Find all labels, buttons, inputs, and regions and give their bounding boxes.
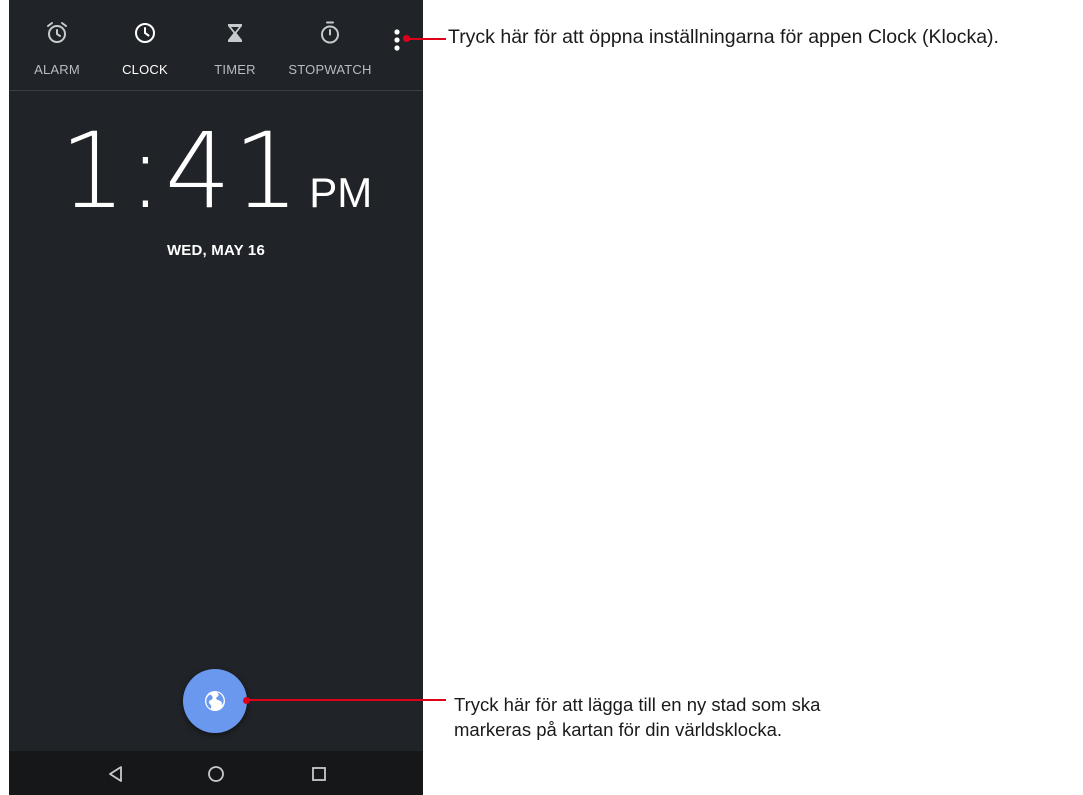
tab-timer-label: TIMER bbox=[214, 62, 256, 77]
tab-alarm-label: ALARM bbox=[34, 62, 80, 77]
add-city-callout-line bbox=[246, 699, 446, 701]
system-nav-bar bbox=[9, 751, 423, 795]
alarm-clock-icon bbox=[47, 22, 67, 43]
tab-clock[interactable]: CLOCK bbox=[115, 0, 175, 90]
stopwatch-icon bbox=[321, 21, 339, 44]
add-city-callout-line1: Tryck här för att lägga till en ny stad … bbox=[454, 694, 821, 715]
add-city-callout-line2: markeras på kartan för din världsklocka. bbox=[454, 719, 782, 740]
tab-bar: ALARM CLOCK TIMER STOPWATCH bbox=[9, 0, 423, 91]
home-circle-icon[interactable] bbox=[203, 761, 229, 787]
clock-icon bbox=[135, 23, 155, 43]
tab-stopwatch-label: STOPWATCH bbox=[288, 62, 372, 77]
tab-clock-label: CLOCK bbox=[122, 62, 168, 77]
clock-date: WED, MAY 16 bbox=[166, 242, 266, 259]
hourglass-icon bbox=[228, 24, 242, 42]
add-city-button[interactable] bbox=[183, 669, 247, 733]
settings-callout-text: Tryck här för att öppna inställningarna … bbox=[448, 26, 999, 48]
tab-timer[interactable]: TIMER bbox=[205, 0, 265, 90]
digital-clock: 1:41 PM bbox=[9, 116, 423, 226]
tab-stopwatch[interactable]: STOPWATCH bbox=[277, 0, 383, 90]
tab-alarm[interactable]: ALARM bbox=[27, 0, 87, 90]
recents-square-icon[interactable] bbox=[306, 761, 332, 787]
settings-callout-line bbox=[406, 38, 446, 40]
clock-time: 1:41 bbox=[59, 110, 302, 232]
globe-icon bbox=[205, 691, 225, 711]
back-triangle-icon[interactable] bbox=[103, 761, 129, 787]
clock-ampm: PM bbox=[309, 169, 373, 216]
add-city-callout-text: Tryck här för att lägga till en ny stad … bbox=[454, 692, 820, 742]
phone-screen: ALARM CLOCK TIMER STOPWATCH 1:41 PM WED,… bbox=[9, 0, 423, 795]
